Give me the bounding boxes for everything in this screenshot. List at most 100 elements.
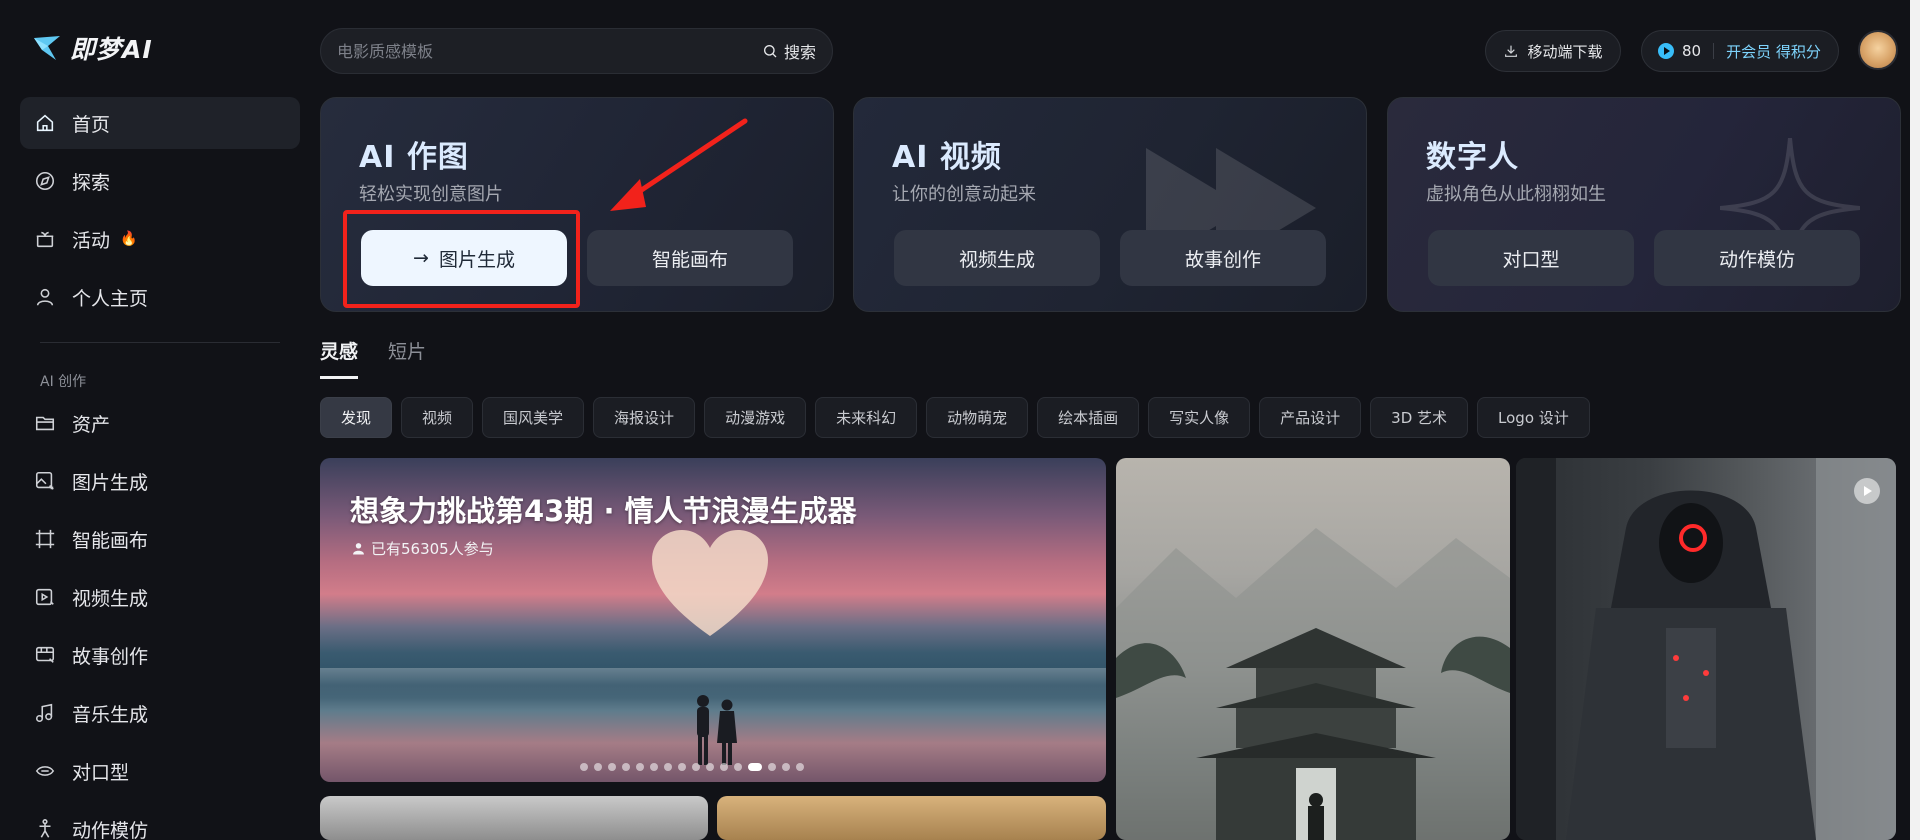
lipsync-button[interactable]: 对口型 (1428, 230, 1634, 286)
card-title: AI 作图 (359, 140, 469, 175)
person-icon (353, 543, 364, 555)
mobile-download-button[interactable]: 移动端下载 (1485, 30, 1621, 72)
carousel-dot[interactable] (664, 763, 672, 771)
chip-sci-fi[interactable]: 未来科幻 (815, 397, 918, 438)
chip-logo-design[interactable]: Logo 设计 (1477, 397, 1590, 438)
carousel-dot[interactable] (636, 763, 644, 771)
carousel-dots (580, 763, 804, 771)
search-button[interactable]: 搜索 (762, 39, 816, 63)
user-icon (34, 286, 56, 308)
category-chips: 发现 视频 国风美学 海报设计 动漫游戏 未来科幻 动物萌宠 绘本插画 写实人像… (320, 397, 1590, 438)
carousel-dot[interactable] (608, 763, 616, 771)
compass-icon (34, 170, 56, 192)
chip-chinese-aesthetic[interactable]: 国风美学 (482, 397, 585, 438)
feature-card-ai-video: AI 视频 让你的创意动起来 视频生成 故事创作 (853, 97, 1367, 312)
carousel-dot[interactable] (796, 763, 804, 771)
sidebar-item-story[interactable]: 故事创作 (20, 629, 300, 681)
card-subtitle: 轻松实现创意图片 (359, 184, 503, 205)
main-nav: 首页 探索 活动 🔥 个人主页 (20, 97, 300, 329)
carousel-dot[interactable] (622, 763, 630, 771)
music-icon (34, 702, 56, 724)
gallery-tile-bottom-left[interactable] (320, 796, 708, 840)
banner-title: 想象力挑战第43期 · 情人节浪漫生成器 (350, 494, 857, 528)
credits-icon (1658, 43, 1674, 59)
avatar[interactable] (1858, 30, 1898, 70)
sidebar-item-label: 音乐生成 (72, 703, 149, 726)
download-icon (1505, 45, 1518, 57)
sidebar-item-music[interactable]: 音乐生成 (20, 687, 300, 739)
sidebar-item-label: 个人主页 (72, 287, 149, 310)
chip-discover[interactable]: 发现 (320, 397, 393, 438)
download-label: 移动端下载 (1527, 42, 1603, 61)
motion-mimic-button[interactable]: 动作模仿 (1654, 230, 1860, 286)
chip-video[interactable]: 视频 (401, 397, 474, 438)
sidebar-item-label: 资产 (72, 413, 111, 436)
challenge-banner[interactable]: 想象力挑战第43期 · 情人节浪漫生成器 已有56305人参与 (320, 458, 1106, 782)
cyborg-image (1516, 458, 1896, 840)
chip-poster-design[interactable]: 海报设计 (593, 397, 696, 438)
credits-count: 80 (1682, 42, 1702, 60)
chip-3d-art[interactable]: 3D 艺术 (1370, 397, 1469, 438)
video-gen-button[interactable]: 视频生成 (894, 230, 1100, 286)
gallery-tile-temple[interactable] (1116, 458, 1510, 840)
chip-anime-games[interactable]: 动漫游戏 (704, 397, 807, 438)
sidebar-item-assets[interactable]: 资产 (20, 397, 300, 449)
content-tabs: 灵感 短片 (320, 337, 426, 379)
sidebar-item-canvas[interactable]: 智能画布 (20, 513, 300, 565)
image-gen-icon (34, 470, 56, 492)
carousel-dot[interactable] (650, 763, 658, 771)
carousel-dot[interactable] (580, 763, 588, 771)
lipsync-icon (34, 760, 56, 782)
card-title: AI 视频 (892, 140, 1002, 175)
chip-pets[interactable]: 动物萌宠 (926, 397, 1029, 438)
video-gen-icon (34, 586, 56, 608)
app-logo[interactable]: 即梦AI (32, 30, 153, 66)
membership-link[interactable]: 开会员 得积分 (1726, 41, 1821, 62)
sidebar-item-label: 故事创作 (72, 645, 149, 668)
tab-inspiration[interactable]: 灵感 (320, 337, 359, 379)
sidebar-item-label: 活动 (72, 229, 111, 252)
carousel-dot[interactable] (594, 763, 602, 771)
sidebar-item-profile[interactable]: 个人主页 (20, 271, 300, 323)
gallery-tile-bottom-middle[interactable] (717, 796, 1106, 840)
search-input[interactable] (337, 41, 762, 61)
arrow-right-icon: → (413, 247, 429, 269)
credits-separator (1713, 43, 1715, 59)
carousel-dot[interactable] (692, 763, 700, 771)
sidebar-item-motion[interactable]: 动作模仿 (20, 803, 300, 840)
banner-participants: 已有56305人参与 (352, 538, 494, 559)
carousel-dot[interactable] (782, 763, 790, 771)
search-button-label: 搜索 (783, 43, 816, 62)
sidebar-item-label: 视频生成 (72, 587, 149, 610)
gallery-tile-cyborg[interactable] (1516, 458, 1896, 840)
sidebar-item-label: 智能画布 (72, 529, 149, 552)
logo-icon (34, 36, 60, 60)
section-label-ai-create: AI 创作 (40, 374, 87, 390)
sidebar-item-video-gen[interactable]: 视频生成 (20, 571, 300, 623)
chip-illustration[interactable]: 绘本插画 (1037, 397, 1140, 438)
sidebar-divider (40, 342, 280, 343)
sidebar-item-lipsync[interactable]: 对口型 (20, 745, 300, 797)
tab-shorts[interactable]: 短片 (388, 337, 426, 379)
image-gen-button[interactable]: → 图片生成 (361, 230, 567, 286)
carousel-dot[interactable] (720, 763, 728, 771)
feature-card-digital-human: 数字人 虚拟角色从此栩栩如生 对口型 动作模仿 (1387, 97, 1901, 312)
carousel-dot[interactable] (678, 763, 686, 771)
carousel-dot[interactable] (768, 763, 776, 771)
sidebar-item-label: 对口型 (72, 761, 130, 784)
play-icon[interactable] (1854, 478, 1880, 504)
sidebar-item-explore[interactable]: 探索 (20, 155, 300, 207)
sidebar-item-image-gen[interactable]: 图片生成 (20, 455, 300, 507)
story-create-button[interactable]: 故事创作 (1120, 230, 1326, 286)
sidebar-item-events[interactable]: 活动 🔥 (20, 213, 300, 265)
canvas-icon (34, 528, 56, 550)
carousel-dot[interactable] (734, 763, 742, 771)
sidebar-item-label: 首页 (72, 113, 111, 136)
carousel-dot[interactable] (748, 763, 762, 771)
sidebar-item-home[interactable]: 首页 (20, 97, 300, 149)
carousel-dot[interactable] (706, 763, 714, 771)
couple-silhouette-image (697, 695, 737, 765)
chip-portrait[interactable]: 写实人像 (1148, 397, 1251, 438)
chip-product-design[interactable]: 产品设计 (1259, 397, 1362, 438)
smart-canvas-button[interactable]: 智能画布 (587, 230, 793, 286)
